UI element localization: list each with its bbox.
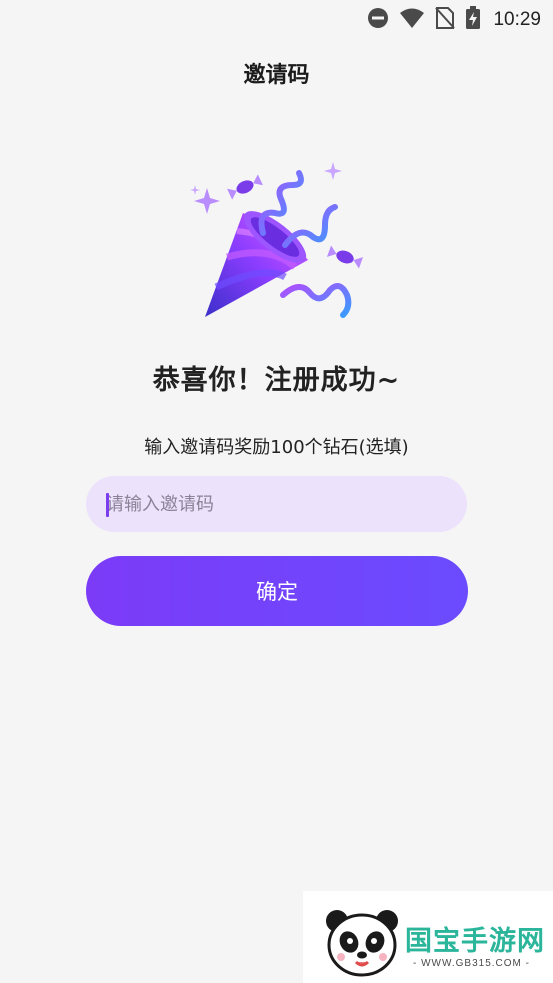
site-watermark: 国宝手游网 - WWW.GB315.COM - <box>303 891 553 983</box>
invite-reward-subtitle: 输入邀请码奖励100个钻石(选填) <box>144 437 409 458</box>
battery-charging-icon <box>465 6 481 34</box>
watermark-brand: 国宝手游网 <box>405 926 545 957</box>
panda-logo-icon <box>323 907 401 981</box>
status-bar: 10:29 <box>0 0 553 38</box>
dnd-icon <box>367 7 389 33</box>
text-caret <box>106 493 109 517</box>
invite-code-input[interactable] <box>86 476 467 532</box>
wifi-icon <box>399 7 425 33</box>
status-icons: 10:29 <box>367 6 541 34</box>
watermark-url: - WWW.GB315.COM - <box>413 958 530 969</box>
no-sim-icon <box>435 7 456 33</box>
status-time: 10:29 <box>493 9 541 30</box>
confirm-button[interactable]: 确定 <box>86 556 468 626</box>
party-popper-icon <box>185 155 370 340</box>
success-headline: 恭喜你！注册成功~ <box>152 365 401 396</box>
page-title: 邀请码 <box>243 63 310 88</box>
